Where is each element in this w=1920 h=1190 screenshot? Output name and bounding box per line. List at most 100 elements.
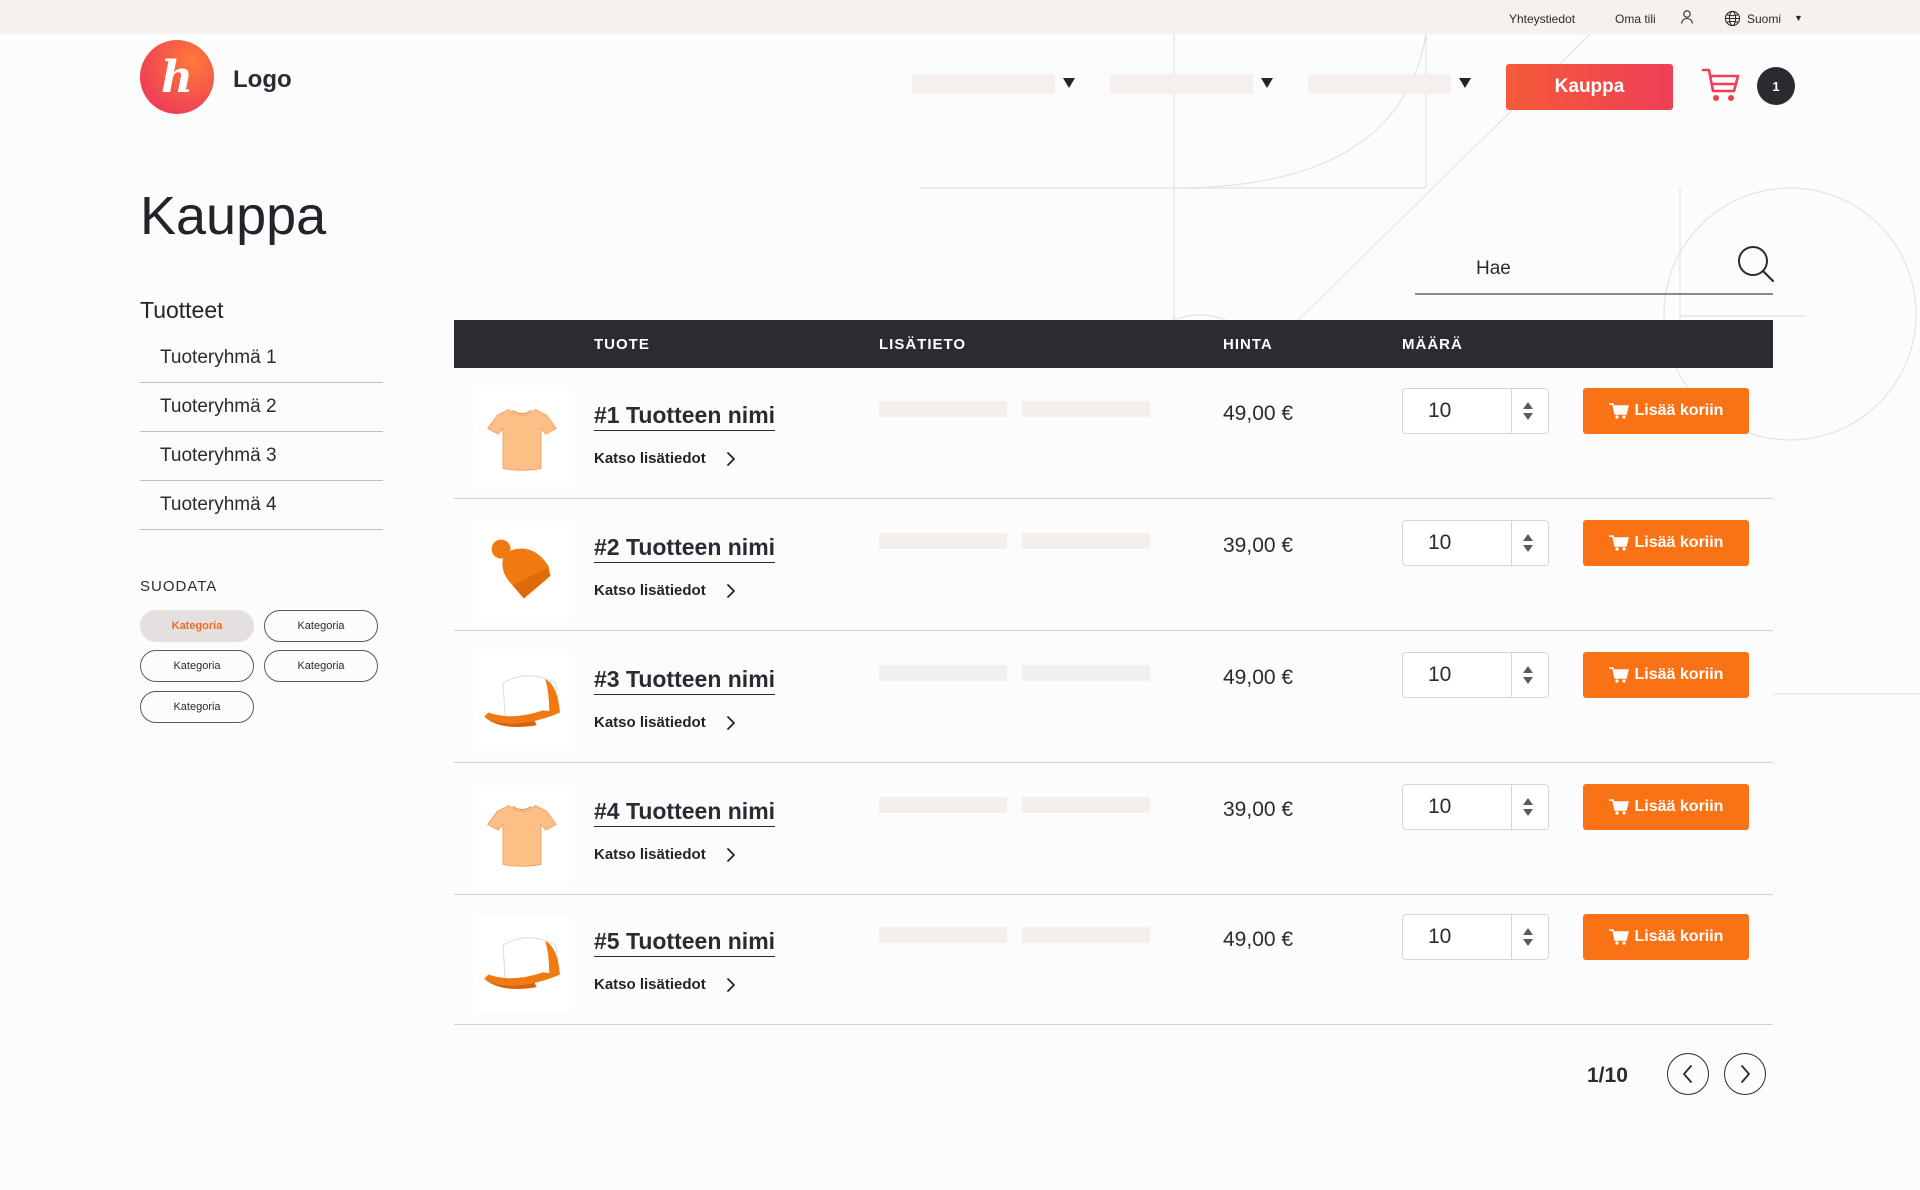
quantity-stepper[interactable] [1402, 520, 1549, 566]
product-name-link[interactable]: #4 Tuotteen nimi [594, 798, 776, 827]
column-header-price: HINTA [1223, 336, 1273, 353]
quantity-stepper[interactable] [1402, 388, 1549, 434]
add-to-cart-label: Lisää koriin [1634, 666, 1724, 683]
filter-heading: SUODATA [140, 578, 218, 595]
chevron-right-icon[interactable] [726, 715, 736, 731]
view-details-link[interactable]: Katso lisätiedot [594, 714, 706, 731]
previous-page-button[interactable] [1667, 1053, 1709, 1095]
contact-link[interactable]: Yhteystiedot [1509, 12, 1575, 26]
view-details-link[interactable]: Katso lisätiedot [594, 846, 706, 863]
nav-dropdown-placeholder [1308, 74, 1451, 94]
info-placeholder [879, 401, 1007, 417]
quantity-field[interactable] [1404, 786, 1510, 828]
product-price: 39,00 € [1223, 534, 1294, 557]
logo-text[interactable]: Logo [233, 66, 292, 94]
product-name-link[interactable]: #1 Tuotteen nimi [594, 402, 776, 431]
product-thumbnail[interactable] [474, 916, 570, 1012]
globe-icon [1724, 10, 1741, 27]
quantity-stepper[interactable] [1402, 652, 1549, 698]
quantity-stepper[interactable] [1402, 914, 1549, 960]
add-to-cart-button[interactable]: Lisää koriin [1583, 914, 1749, 960]
nav-dropdown-2[interactable] [1110, 74, 1273, 96]
language-selector[interactable]: Suomi [1747, 12, 1781, 26]
view-details-link[interactable]: Katso lisätiedot [594, 582, 706, 599]
search-input[interactable]: Hae [1476, 258, 1511, 280]
stepper-arrows-icon[interactable] [1521, 533, 1535, 553]
nav-dropdown-placeholder [912, 74, 1055, 94]
product-thumbnail[interactable] [474, 654, 570, 750]
sidebar-item-category-1[interactable]: Tuoteryhmä 1 [140, 334, 383, 383]
product-thumbnail[interactable] [474, 390, 570, 486]
info-placeholder [1022, 797, 1150, 813]
product-name-link[interactable]: #5 Tuotteen nimi [594, 928, 776, 957]
product-name-link[interactable]: #2 Tuotteen nimi [594, 534, 776, 563]
tshirt-icon [484, 400, 560, 476]
chevron-right-icon[interactable] [726, 847, 736, 863]
cart-icon [1609, 667, 1629, 683]
filter-chip-active[interactable]: Kategoria [140, 610, 254, 642]
quantity-field[interactable] [1404, 916, 1510, 958]
logo-letter: h [161, 51, 193, 103]
add-to-cart-button[interactable]: Lisää koriin [1583, 520, 1749, 566]
shop-button[interactable]: Kauppa [1506, 64, 1673, 110]
caret-down-icon [1459, 78, 1471, 88]
chevron-right-icon[interactable] [726, 583, 736, 599]
cart-icon [1609, 929, 1629, 945]
stepper-arrows-icon[interactable] [1521, 927, 1535, 947]
next-page-button[interactable] [1724, 1053, 1766, 1095]
pagination-indicator: 1/10 [1587, 1064, 1628, 1087]
search-icon[interactable] [1736, 244, 1776, 284]
tshirt-icon [484, 796, 560, 872]
add-to-cart-button[interactable]: Lisää koriin [1583, 388, 1749, 434]
table-row: #1 Tuotteen nimi Katso lisätiedot 49,00 … [454, 368, 1773, 499]
caret-down-icon[interactable]: ▼ [1794, 13, 1803, 23]
product-thumbnail[interactable] [474, 522, 570, 618]
chevron-right-icon[interactable] [726, 451, 736, 467]
cart-count-badge[interactable]: 1 [1757, 67, 1795, 105]
quantity-field[interactable] [1404, 522, 1510, 564]
column-header-info: LISÄTIETO [879, 336, 967, 353]
account-link[interactable]: Oma tili [1615, 12, 1656, 26]
quantity-field[interactable] [1404, 654, 1510, 696]
nav-dropdown-3[interactable] [1308, 74, 1471, 96]
cap-icon [480, 922, 564, 1006]
logo-badge[interactable]: h [140, 40, 214, 114]
view-details-link[interactable]: Katso lisätiedot [594, 450, 706, 467]
filter-chip[interactable]: Kategoria [264, 650, 378, 682]
product-price: 39,00 € [1223, 798, 1294, 821]
sidebar-item-category-4[interactable]: Tuoteryhmä 4 [140, 481, 383, 530]
sidebar-item-category-3[interactable]: Tuoteryhmä 3 [140, 432, 383, 481]
info-placeholder [1022, 665, 1150, 681]
view-details-link[interactable]: Katso lisätiedot [594, 976, 706, 993]
page-title: Kauppa [140, 186, 327, 246]
quantity-stepper[interactable] [1402, 784, 1549, 830]
sidebar-item-category-2[interactable]: Tuoteryhmä 2 [140, 383, 383, 432]
table-row: #5 Tuotteen nimi Katso lisätiedot 49,00 … [454, 894, 1773, 1025]
add-to-cart-button[interactable]: Lisää koriin [1583, 784, 1749, 830]
quantity-field[interactable] [1404, 390, 1510, 432]
user-icon[interactable] [1679, 9, 1695, 25]
add-to-cart-button[interactable]: Lisää koriin [1583, 652, 1749, 698]
filter-chip[interactable]: Kategoria [140, 650, 254, 682]
top-utility-bar: Yhteystiedot Oma tili Suomi ▼ [0, 0, 1920, 34]
nav-dropdown-1[interactable] [912, 74, 1075, 96]
info-placeholder [1022, 533, 1150, 549]
chevron-right-icon[interactable] [726, 977, 736, 993]
shopping-cart-icon[interactable] [1701, 66, 1741, 104]
filter-chip[interactable]: Kategoria [140, 691, 254, 723]
search-underline [1415, 293, 1773, 295]
product-thumbnail[interactable] [474, 786, 570, 882]
stepper-arrows-icon[interactable] [1521, 797, 1535, 817]
stepper-divider [1511, 785, 1512, 829]
caret-down-icon [1063, 78, 1075, 88]
filter-chip[interactable]: Kategoria [264, 610, 378, 642]
stepper-arrows-icon[interactable] [1521, 665, 1535, 685]
product-name-link[interactable]: #3 Tuotteen nimi [594, 666, 776, 695]
product-price: 49,00 € [1223, 402, 1294, 425]
info-placeholder [879, 665, 1007, 681]
chevron-right-icon [1741, 1065, 1750, 1083]
add-to-cart-label: Lisää koriin [1634, 928, 1724, 945]
stepper-arrows-icon[interactable] [1521, 401, 1535, 421]
info-placeholder [1022, 927, 1150, 943]
add-to-cart-label: Lisää koriin [1634, 534, 1724, 551]
